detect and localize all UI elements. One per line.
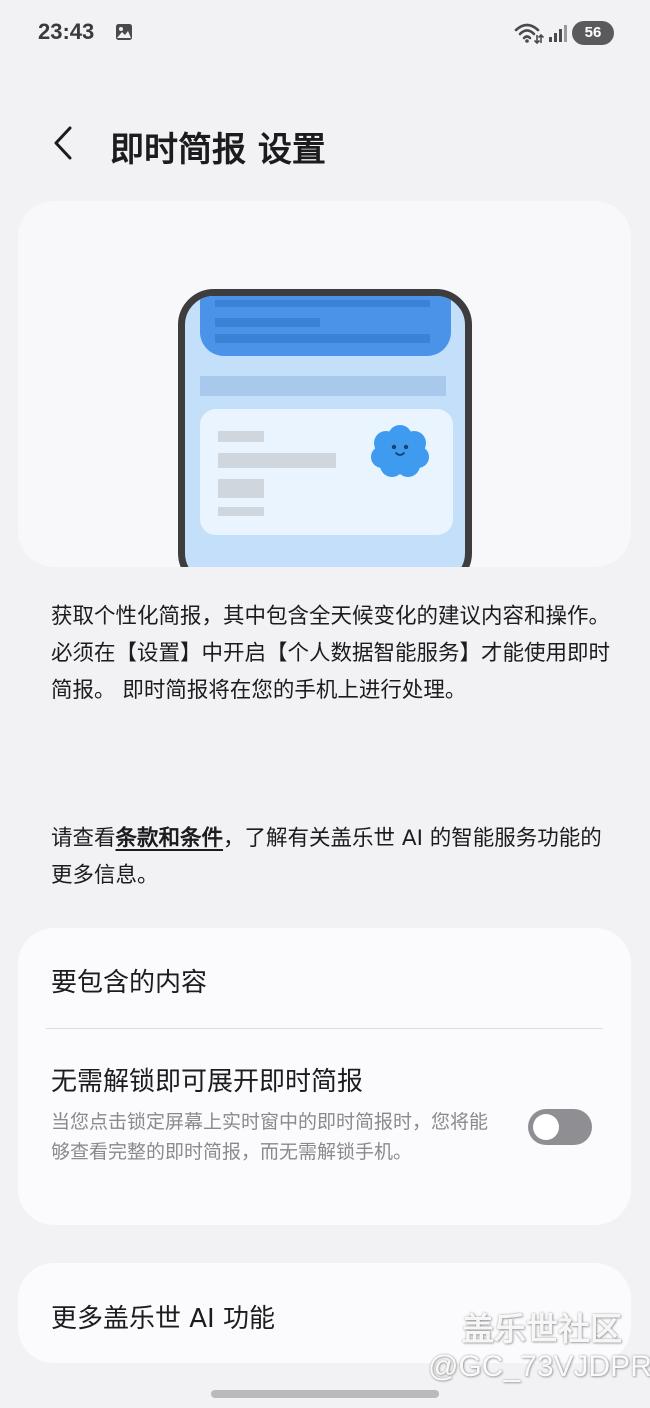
terms-prefix: 请查看 <box>51 826 116 851</box>
phone-notification-area <box>200 296 451 356</box>
expand-without-unlock-description: 当您点击锁定屏幕上实时窗中的即时简报时，您将能够查看完整的即时简报，而无需解锁手… <box>51 1111 489 1163</box>
chevron-left-icon <box>54 126 72 160</box>
expand-without-unlock-item[interactable]: 无需解锁即可展开即时简报 当您点击锁定屏幕上实时窗中的即时简报时，您将能够查看完… <box>18 1029 631 1225</box>
status-time: 23:43 <box>38 19 95 44</box>
settings-card: 要包含的内容 无需解锁即可展开即时简报 当您点击锁定屏幕上实时窗中的即时简报时，… <box>18 928 631 1225</box>
home-indicator[interactable] <box>211 1390 439 1398</box>
hero-illustration <box>18 201 631 567</box>
expand-without-unlock-toggle[interactable] <box>528 1109 592 1145</box>
signal-icon <box>549 25 567 42</box>
watermark-user: @GC_73VJDPR <box>428 1350 650 1383</box>
toggle-knob <box>533 1114 559 1140</box>
header: 即时简报 设置 <box>0 100 650 190</box>
terms-and-conditions-link[interactable]: 条款和条件 <box>116 826 224 851</box>
briefing-card-illustration <box>200 409 453 535</box>
page-title: 即时简报 设置 <box>110 130 326 170</box>
description-text: 必须在【设置】中开启【个人数据智能服务】才能使用即时简报。 即时简报将在您的手机… <box>51 641 611 703</box>
battery-indicator: 56 <box>572 21 614 45</box>
content-to-include-item[interactable]: 要包含的内容 <box>18 928 631 1028</box>
placeholder-strip <box>200 376 446 396</box>
more-ai-features-label: 更多盖乐世 AI 功能 <box>51 1304 275 1334</box>
content-to-include-label: 要包含的内容 <box>51 968 208 998</box>
back-button[interactable] <box>38 116 88 170</box>
watermark-community: 盖乐世社区 <box>462 1310 623 1348</box>
description-paragraph-1: 获取个性化简报，其中包含全天候变化的建议内容和操作。 必须在【设置】中开启【个人… <box>51 598 611 709</box>
description-text: 获取个性化简报，其中包含全天候变化的建议内容和操作。 <box>51 604 611 629</box>
photo-icon <box>116 24 132 40</box>
wifi-icon <box>514 23 544 45</box>
phone-illustration <box>178 289 472 567</box>
expand-without-unlock-label: 无需解锁即可展开即时简报 <box>51 1067 364 1097</box>
status-bar: 23:43 56 <box>0 0 650 66</box>
cloud-mascot-icon <box>371 425 429 477</box>
description-paragraph-2: 请查看条款和条件，了解有关盖乐世 AI 的智能服务功能的更多信息。 <box>51 820 611 894</box>
